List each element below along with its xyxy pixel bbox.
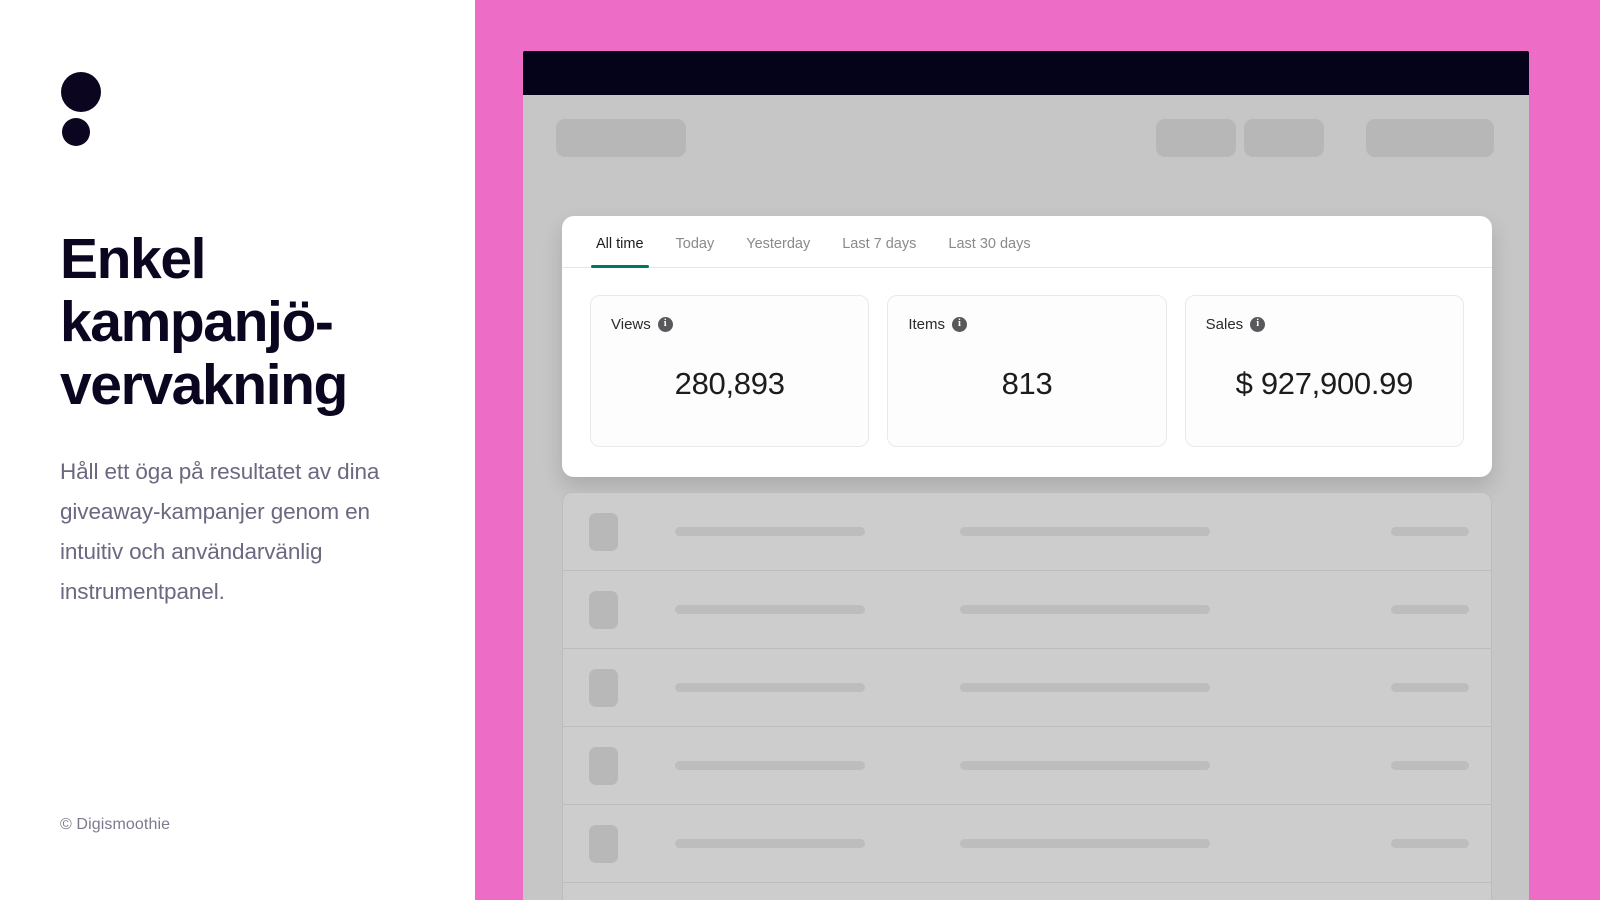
headline-line-2: kampanjö- bbox=[60, 290, 334, 354]
tab-last-30-days[interactable]: Last 30 days bbox=[932, 236, 1046, 267]
list-item[interactable] bbox=[563, 571, 1491, 649]
metric-label: Sales bbox=[1205, 316, 1244, 333]
two-dots-logo-icon bbox=[61, 72, 101, 146]
text-placeholder-secondary bbox=[960, 761, 1210, 770]
info-icon[interactable]: i bbox=[657, 317, 673, 332]
headline-line-3: vervakning bbox=[60, 353, 348, 417]
text-placeholder-primary bbox=[675, 527, 865, 536]
thumbnail-placeholder bbox=[589, 668, 618, 707]
metric-value: 813 bbox=[1001, 365, 1053, 401]
text-placeholder-trailing bbox=[1391, 761, 1469, 770]
text-placeholder-primary bbox=[675, 761, 865, 770]
date-range-tabs: All time Today Yesterday Last 7 days Las… bbox=[562, 216, 1492, 268]
tab-yesterday[interactable]: Yesterday bbox=[730, 236, 826, 267]
toolbar-title-placeholder bbox=[556, 119, 686, 157]
thumbnail-placeholder bbox=[589, 512, 618, 551]
metric-card-views: Views i 280,893 bbox=[590, 295, 870, 447]
hero-backdrop: All time Today Yesterday Last 7 days Las… bbox=[475, 0, 1600, 900]
metric-card-views-head: Views i bbox=[611, 316, 848, 333]
text-placeholder-primary bbox=[675, 605, 865, 614]
list-item[interactable] bbox=[563, 727, 1491, 805]
toolbar-action-placeholder-3 bbox=[1366, 119, 1494, 157]
thumbnail-placeholder bbox=[589, 824, 618, 863]
app-body: All time Today Yesterday Last 7 days Las… bbox=[523, 95, 1529, 900]
info-icon[interactable]: i bbox=[952, 317, 968, 332]
text-placeholder-trailing bbox=[1391, 527, 1469, 536]
info-icon[interactable]: i bbox=[1250, 317, 1266, 332]
text-placeholder-trailing bbox=[1391, 683, 1469, 692]
metric-cards: Views i 280,893 Items i 813 Sales i $ 92… bbox=[562, 268, 1492, 477]
tab-all-time[interactable]: All time bbox=[580, 236, 660, 268]
toolbar-action-placeholder-1 bbox=[1156, 119, 1236, 157]
list-item[interactable] bbox=[563, 805, 1491, 883]
toolbar-placeholder bbox=[523, 119, 1529, 161]
list-item[interactable] bbox=[563, 493, 1491, 571]
metric-value: $ 927,900.99 bbox=[1235, 365, 1414, 401]
copyright-note: © Digismoothie bbox=[60, 816, 171, 833]
toolbar-action-placeholder-2 bbox=[1244, 119, 1324, 157]
dashboard-mockup: All time Today Yesterday Last 7 days Las… bbox=[523, 51, 1529, 900]
thumbnail-placeholder bbox=[589, 746, 618, 785]
logo-dot-large bbox=[61, 72, 101, 112]
metric-card-sales-head: Sales i bbox=[1206, 316, 1443, 333]
text-placeholder-secondary bbox=[960, 683, 1210, 692]
campaign-list-placeholder bbox=[562, 492, 1492, 900]
page-subcopy: Håll ett öga på resultatet av dina givea… bbox=[60, 459, 380, 604]
metric-label: Items bbox=[908, 316, 946, 333]
logo-dot-small bbox=[62, 118, 90, 146]
list-item[interactable] bbox=[563, 883, 1491, 900]
metric-card-items-head: Items i bbox=[908, 316, 1145, 333]
tab-today[interactable]: Today bbox=[660, 236, 731, 267]
list-item[interactable] bbox=[563, 649, 1491, 727]
page-title: Enkel kampanjö- vervakning bbox=[60, 228, 460, 417]
tab-last-7-days[interactable]: Last 7 days bbox=[826, 236, 932, 267]
text-placeholder-primary bbox=[675, 683, 865, 692]
metrics-panel: All time Today Yesterday Last 7 days Las… bbox=[562, 216, 1492, 477]
text-placeholder-secondary bbox=[960, 605, 1210, 614]
text-placeholder-trailing bbox=[1391, 605, 1469, 614]
metric-label: Views bbox=[611, 316, 651, 333]
text-placeholder-trailing bbox=[1391, 839, 1469, 848]
metric-card-items: Items i 813 bbox=[887, 295, 1167, 447]
text-placeholder-secondary bbox=[960, 527, 1210, 536]
intro-panel: Enkel kampanjö- vervakning Håll ett öga … bbox=[0, 0, 475, 900]
thumbnail-placeholder bbox=[589, 590, 618, 629]
app-topbar bbox=[523, 51, 1529, 95]
text-placeholder-secondary bbox=[960, 839, 1210, 848]
headline-line-1: Enkel bbox=[60, 227, 206, 291]
metric-card-sales: Sales i $ 927,900.99 bbox=[1184, 295, 1464, 447]
metric-value: 280,893 bbox=[674, 365, 785, 401]
text-placeholder-primary bbox=[675, 839, 865, 848]
